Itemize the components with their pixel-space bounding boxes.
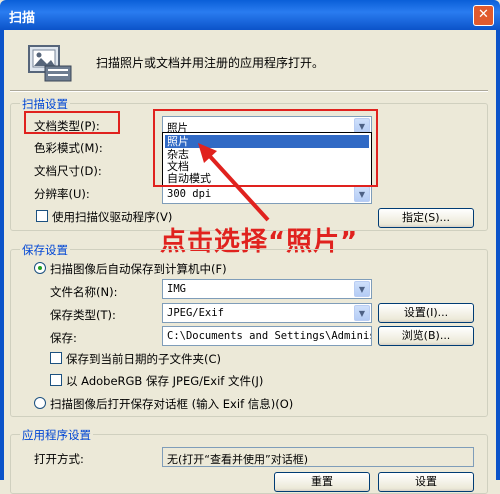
auto-save-radio[interactable]	[34, 262, 46, 274]
open-with-field[interactable]: 无(打开“查看并使用”对话框)	[162, 447, 474, 467]
annotation-arrow-icon	[198, 143, 270, 222]
subfolder-checkbox[interactable]	[50, 352, 62, 364]
save-in-field[interactable]: C:\Documents and Settings\Administ	[162, 326, 372, 346]
subfolder-label: 保存到当前日期的子文件夹(C)	[66, 352, 222, 366]
save-type-settings-button[interactable]: 设置(I)...	[378, 303, 474, 323]
auto-save-label: 扫描图像后自动保存到计算机中(F)	[50, 262, 227, 276]
use-driver-label: 使用扫描仪驱动程序(V)	[52, 210, 173, 224]
header-separator	[10, 90, 488, 92]
open-dialog-label: 扫描图像后打开保存对话框 (输入 Exif 信息)(O)	[50, 397, 294, 411]
resolution-label: 分辨率(U):	[34, 187, 90, 201]
close-icon[interactable]: ✕	[473, 5, 494, 26]
scan-photo-icon	[28, 45, 72, 82]
browse-button[interactable]: 浏览(B)...	[378, 326, 474, 346]
adobergb-checkbox[interactable]	[50, 374, 62, 386]
reset-button[interactable]: 重置	[274, 472, 370, 492]
save-in-value: C:\Documents and Settings\Administ	[167, 330, 372, 342]
title-bar: 扫描 ✕	[0, 0, 500, 30]
open-with-label: 打开方式:	[34, 452, 84, 466]
save-settings-title: 保存设置	[20, 242, 70, 258]
save-in-label: 保存:	[50, 331, 77, 345]
window-title: 扫描	[9, 11, 36, 26]
file-name-label: 文件名称(N):	[50, 285, 118, 299]
scan-settings-title: 扫描设置	[20, 96, 70, 112]
chevron-down-icon[interactable]: ▼	[354, 281, 370, 297]
save-type-value: JPEG/Exif	[167, 307, 224, 319]
chevron-down-icon[interactable]: ▼	[354, 305, 370, 321]
open-dialog-radio[interactable]	[34, 397, 46, 409]
save-type-label: 保存类型(T):	[50, 308, 116, 322]
intro-text: 扫描照片或文档并用注册的应用程序打开。	[96, 56, 325, 70]
doc-type-label-highlight	[24, 111, 120, 134]
app-settings-button[interactable]: 设置	[378, 472, 474, 492]
file-name-value: IMG	[167, 283, 186, 295]
doc-size-label: 文档尺寸(D):	[34, 164, 102, 178]
chevron-down-icon[interactable]: ▼	[354, 186, 370, 202]
save-type-select[interactable]: JPEG/Exif ▼	[162, 303, 372, 323]
color-mode-label: 色彩模式(M):	[34, 141, 103, 155]
app-settings-title: 应用程序设置	[20, 427, 93, 443]
use-driver-checkbox[interactable]	[36, 210, 48, 222]
specify-button[interactable]: 指定(S)...	[378, 208, 474, 228]
open-with-value: 无(打开“查看并使用”对话框)	[167, 453, 308, 466]
file-name-select[interactable]: IMG ▼	[162, 279, 372, 299]
adobergb-label: 以 AdobeRGB 保存 JPEG/Exif 文件(J)	[66, 374, 264, 388]
